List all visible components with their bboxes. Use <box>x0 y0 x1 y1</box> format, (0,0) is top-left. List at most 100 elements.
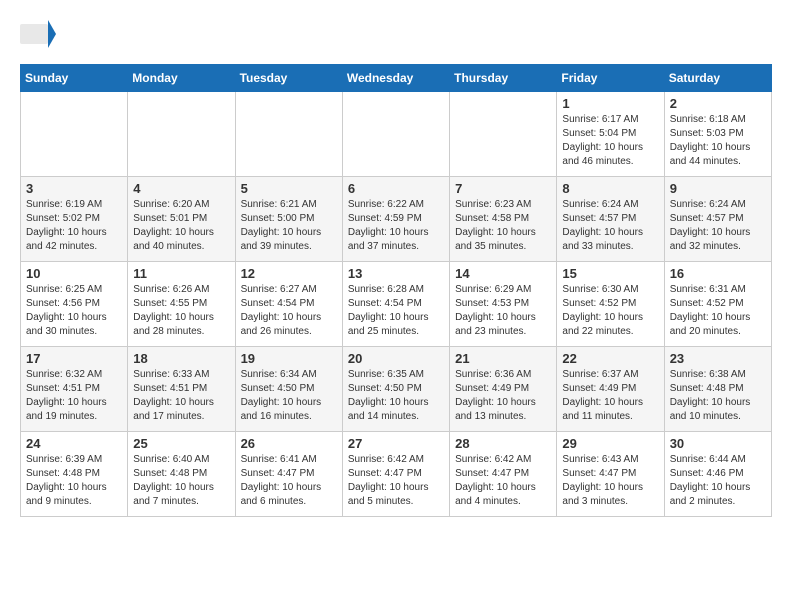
calendar-cell: 11 Sunrise: 6:26 AM Sunset: 4:55 PM Dayli… <box>128 262 235 347</box>
day-number: 17 <box>26 351 122 366</box>
day-info: Sunrise: 6:30 AM Sunset: 4:52 PM Dayligh… <box>562 283 658 339</box>
calendar-cell: 12 Sunrise: 6:27 AM Sunset: 4:54 PM Dayli… <box>235 262 342 347</box>
day-number: 22 <box>562 351 658 366</box>
day-info: Sunrise: 6:38 AM Sunset: 4:48 PM Dayligh… <box>670 368 766 424</box>
calendar-week-3: 17 Sunrise: 6:32 AM Sunset: 4:51 PM Dayli… <box>21 347 772 432</box>
weekday-header-sunday: Sunday <box>21 65 128 92</box>
calendar-cell: 25 Sunrise: 6:40 AM Sunset: 4:48 PM Dayli… <box>128 432 235 517</box>
calendar-cell: 23 Sunrise: 6:38 AM Sunset: 4:48 PM Dayli… <box>664 347 771 432</box>
day-number: 9 <box>670 181 766 196</box>
day-info: Sunrise: 6:22 AM Sunset: 4:59 PM Dayligh… <box>348 198 444 254</box>
day-info: Sunrise: 6:18 AM Sunset: 5:03 PM Dayligh… <box>670 113 766 169</box>
day-number: 14 <box>455 266 551 281</box>
weekday-header-monday: Monday <box>128 65 235 92</box>
calendar-cell: 27 Sunrise: 6:42 AM Sunset: 4:47 PM Dayli… <box>342 432 449 517</box>
calendar-week-2: 10 Sunrise: 6:25 AM Sunset: 4:56 PM Dayli… <box>21 262 772 347</box>
day-number: 23 <box>670 351 766 366</box>
day-info: Sunrise: 6:24 AM Sunset: 4:57 PM Dayligh… <box>670 198 766 254</box>
calendar-cell: 20 Sunrise: 6:35 AM Sunset: 4:50 PM Dayli… <box>342 347 449 432</box>
calendar-cell: 3 Sunrise: 6:19 AM Sunset: 5:02 PM Daylig… <box>21 177 128 262</box>
day-number: 30 <box>670 436 766 451</box>
day-number: 8 <box>562 181 658 196</box>
calendar-cell: 18 Sunrise: 6:33 AM Sunset: 4:51 PM Dayli… <box>128 347 235 432</box>
calendar-cell: 13 Sunrise: 6:28 AM Sunset: 4:54 PM Dayli… <box>342 262 449 347</box>
calendar-cell <box>128 92 235 177</box>
day-info: Sunrise: 6:36 AM Sunset: 4:49 PM Dayligh… <box>455 368 551 424</box>
calendar-table: SundayMondayTuesdayWednesdayThursdayFrid… <box>20 64 772 517</box>
day-info: Sunrise: 6:21 AM Sunset: 5:00 PM Dayligh… <box>241 198 337 254</box>
day-number: 18 <box>133 351 229 366</box>
day-number: 10 <box>26 266 122 281</box>
day-info: Sunrise: 6:28 AM Sunset: 4:54 PM Dayligh… <box>348 283 444 339</box>
day-number: 13 <box>348 266 444 281</box>
calendar-cell: 26 Sunrise: 6:41 AM Sunset: 4:47 PM Dayli… <box>235 432 342 517</box>
weekday-header-friday: Friday <box>557 65 664 92</box>
day-number: 21 <box>455 351 551 366</box>
day-number: 7 <box>455 181 551 196</box>
day-number: 24 <box>26 436 122 451</box>
calendar-cell: 6 Sunrise: 6:22 AM Sunset: 4:59 PM Daylig… <box>342 177 449 262</box>
day-number: 5 <box>241 181 337 196</box>
weekday-header-tuesday: Tuesday <box>235 65 342 92</box>
calendar-cell: 28Sunrise: 6:42 AM Sunset: 4:47 PM Dayli… <box>450 432 557 517</box>
day-info: Sunrise: 6:17 AM Sunset: 5:04 PM Dayligh… <box>562 113 658 169</box>
calendar-cell: 15 Sunrise: 6:30 AM Sunset: 4:52 PM Dayli… <box>557 262 664 347</box>
day-info: Sunrise: 6:37 AM Sunset: 4:49 PM Dayligh… <box>562 368 658 424</box>
day-info: Sunrise: 6:42 AM Sunset: 4:47 PM Dayligh… <box>455 453 551 509</box>
day-number: 15 <box>562 266 658 281</box>
day-info: Sunrise: 6:20 AM Sunset: 5:01 PM Dayligh… <box>133 198 229 254</box>
calendar-cell: 22 Sunrise: 6:37 AM Sunset: 4:49 PM Dayli… <box>557 347 664 432</box>
day-number: 4 <box>133 181 229 196</box>
calendar-cell <box>21 92 128 177</box>
weekday-header-saturday: Saturday <box>664 65 771 92</box>
day-number: 16 <box>670 266 766 281</box>
day-info: Sunrise: 6:25 AM Sunset: 4:56 PM Dayligh… <box>26 283 122 339</box>
day-number: 6 <box>348 181 444 196</box>
day-info: Sunrise: 6:42 AM Sunset: 4:47 PM Dayligh… <box>348 453 444 509</box>
calendar-cell: 8 Sunrise: 6:24 AM Sunset: 4:57 PM Daylig… <box>557 177 664 262</box>
day-number: 29 <box>562 436 658 451</box>
day-info: Sunrise: 6:40 AM Sunset: 4:48 PM Dayligh… <box>133 453 229 509</box>
day-number: 26 <box>241 436 337 451</box>
calendar-cell: 17 Sunrise: 6:32 AM Sunset: 4:51 PM Dayli… <box>21 347 128 432</box>
calendar-cell: 19 Sunrise: 6:34 AM Sunset: 4:50 PM Dayli… <box>235 347 342 432</box>
page-header <box>20 20 772 48</box>
calendar-cell: 24Sunrise: 6:39 AM Sunset: 4:48 PM Dayli… <box>21 432 128 517</box>
day-info: Sunrise: 6:35 AM Sunset: 4:50 PM Dayligh… <box>348 368 444 424</box>
calendar-cell: 1 Sunrise: 6:17 AM Sunset: 5:04 PM Daylig… <box>557 92 664 177</box>
day-info: Sunrise: 6:32 AM Sunset: 4:51 PM Dayligh… <box>26 368 122 424</box>
calendar-cell: 9 Sunrise: 6:24 AM Sunset: 4:57 PM Daylig… <box>664 177 771 262</box>
day-info: Sunrise: 6:23 AM Sunset: 4:58 PM Dayligh… <box>455 198 551 254</box>
day-number: 19 <box>241 351 337 366</box>
day-number: 3 <box>26 181 122 196</box>
calendar-cell <box>342 92 449 177</box>
day-number: 1 <box>562 96 658 111</box>
calendar-header-row: SundayMondayTuesdayWednesdayThursdayFrid… <box>21 65 772 92</box>
weekday-header-thursday: Thursday <box>450 65 557 92</box>
day-info: Sunrise: 6:44 AM Sunset: 4:46 PM Dayligh… <box>670 453 766 509</box>
day-number: 12 <box>241 266 337 281</box>
calendar-week-4: 24Sunrise: 6:39 AM Sunset: 4:48 PM Dayli… <box>21 432 772 517</box>
calendar-cell: 5 Sunrise: 6:21 AM Sunset: 5:00 PM Daylig… <box>235 177 342 262</box>
day-info: Sunrise: 6:27 AM Sunset: 4:54 PM Dayligh… <box>241 283 337 339</box>
day-info: Sunrise: 6:33 AM Sunset: 4:51 PM Dayligh… <box>133 368 229 424</box>
day-info: Sunrise: 6:19 AM Sunset: 5:02 PM Dayligh… <box>26 198 122 254</box>
calendar-cell: 14 Sunrise: 6:29 AM Sunset: 4:53 PM Dayli… <box>450 262 557 347</box>
day-number: 20 <box>348 351 444 366</box>
day-number: 25 <box>133 436 229 451</box>
day-info: Sunrise: 6:24 AM Sunset: 4:57 PM Dayligh… <box>562 198 658 254</box>
day-info: Sunrise: 6:29 AM Sunset: 4:53 PM Dayligh… <box>455 283 551 339</box>
calendar-week-1: 3 Sunrise: 6:19 AM Sunset: 5:02 PM Daylig… <box>21 177 772 262</box>
calendar-cell: 16Sunrise: 6:31 AM Sunset: 4:52 PM Dayli… <box>664 262 771 347</box>
day-number: 2 <box>670 96 766 111</box>
calendar-cell <box>235 92 342 177</box>
day-number: 11 <box>133 266 229 281</box>
day-number: 27 <box>348 436 444 451</box>
weekday-header-wednesday: Wednesday <box>342 65 449 92</box>
calendar-cell <box>450 92 557 177</box>
calendar-cell: 30 Sunrise: 6:44 AM Sunset: 4:46 PM Dayli… <box>664 432 771 517</box>
day-info: Sunrise: 6:43 AM Sunset: 4:47 PM Dayligh… <box>562 453 658 509</box>
day-info: Sunrise: 6:41 AM Sunset: 4:47 PM Dayligh… <box>241 453 337 509</box>
day-info: Sunrise: 6:34 AM Sunset: 4:50 PM Dayligh… <box>241 368 337 424</box>
day-info: Sunrise: 6:26 AM Sunset: 4:55 PM Dayligh… <box>133 283 229 339</box>
